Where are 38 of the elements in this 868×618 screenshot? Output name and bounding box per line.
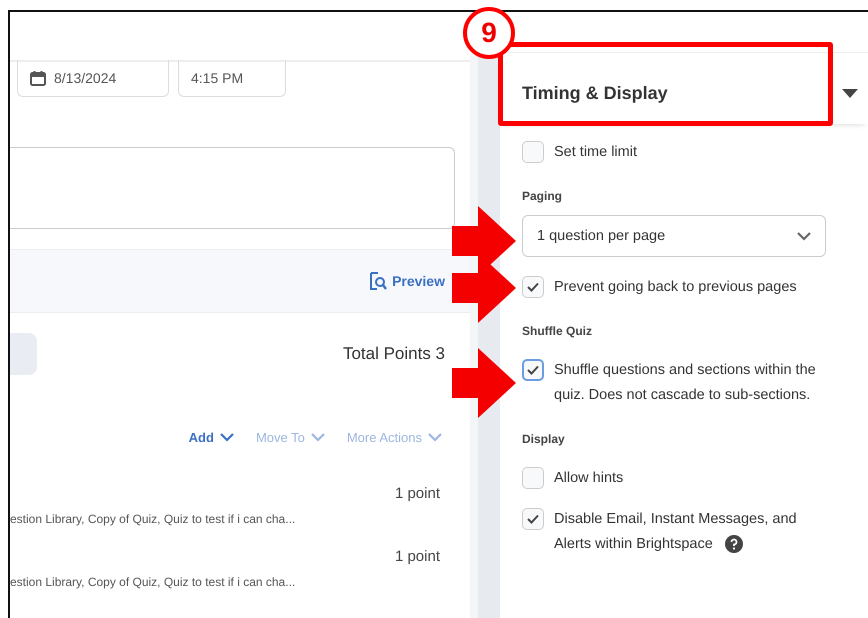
paging-dropdown[interactable]: 1 question per page: [522, 215, 826, 257]
checkbox-label: Set time limit: [554, 143, 637, 162]
checkmark-icon: [527, 365, 539, 375]
question-points: 1 point: [394, 485, 440, 502]
section-heading: Paging: [522, 189, 564, 203]
question-sources: estion Library, Copy of Quiz, Quiz to test if i can cha...: [10, 512, 296, 526]
preview-icon: [368, 271, 388, 291]
checkbox-label: Disable Email, Instant Messages, and Alerts within Brightspace: [554, 510, 798, 556]
section-heading: Display: [522, 432, 566, 446]
chevron-icon: [428, 433, 442, 442]
checkbox[interactable]: [522, 141, 544, 163]
time-field[interactable]: 4:15 PM: [178, 60, 286, 97]
checkmark-icon: [527, 282, 539, 292]
checkbox[interactable]: [522, 508, 544, 530]
checkbox-label: Prevent going back to previous pages: [554, 278, 797, 297]
checkbox[interactable]: [522, 359, 544, 381]
preview-link[interactable]: Preview: [368, 271, 445, 291]
section-title: Timing & Display: [522, 83, 668, 104]
date-field[interactable]: 8/13/2024: [17, 60, 169, 97]
chevron-icon: [310, 433, 325, 442]
checkbox[interactable]: [522, 276, 544, 298]
checkbox[interactable]: [522, 467, 544, 489]
chevron-icon: [797, 232, 811, 240]
section-heading: Shuffle Quiz: [522, 324, 593, 338]
total-points: Total Points 3: [342, 344, 445, 364]
help-icon[interactable]: [724, 535, 743, 554]
chevron-icon: [220, 433, 234, 442]
action-menu[interactable]: Add: [188, 430, 234, 445]
checkbox-label: Shuffle questions and sections within the quiz. Does not cascade to sub-sections.: [554, 361, 817, 405]
question-sources: estion Library, Copy of Quiz, Quiz to test if i can cha...: [10, 575, 296, 589]
section-header[interactable]: Timing & Display: [500, 52, 868, 124]
checkbox-label: Allow hints: [554, 469, 624, 488]
step-badge: 9: [463, 7, 515, 59]
text-field[interactable]: [10, 147, 455, 229]
checkmark-icon: [527, 514, 539, 524]
caret-icon: [842, 89, 858, 98]
question-points: 1 point: [394, 548, 440, 565]
calendar-icon: [30, 70, 46, 86]
